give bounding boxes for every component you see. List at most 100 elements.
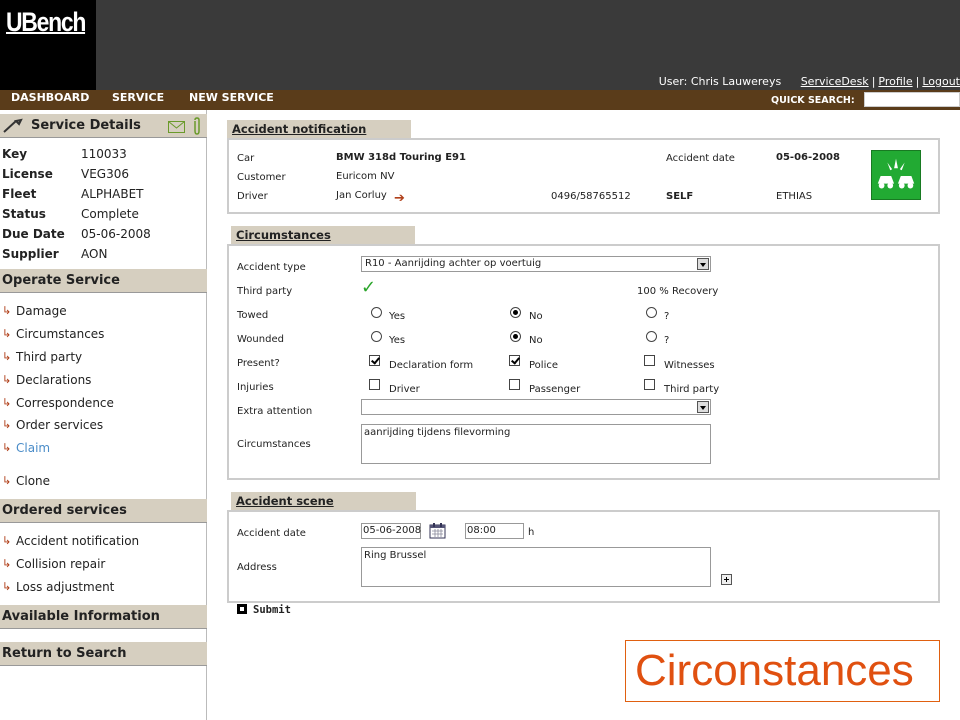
injury-third-party-checkbox[interactable] <box>644 379 655 390</box>
service-details-header: Service Details <box>0 114 207 138</box>
arrow-icon: ↳ <box>2 580 12 593</box>
sidebar-item-order-services[interactable]: ↳ Order services <box>2 418 103 432</box>
detail-key-value: 110033 <box>81 147 127 161</box>
circumstances-textarea[interactable]: aanrijding tijdens filevorming <box>361 424 711 464</box>
time-unit-label: h <box>528 527 535 538</box>
sidebar-item-third-party[interactable]: ↳ Third party <box>2 350 82 364</box>
present-label: Present? <box>237 358 280 369</box>
detail-fleet-value: ALPHABET <box>81 187 144 201</box>
calendar-icon[interactable] <box>429 522 446 539</box>
user-label: User: Chris Lauwereys <box>658 75 782 88</box>
operate-service-header: Operate Service <box>0 269 207 293</box>
wounded-label: Wounded <box>237 334 284 345</box>
return-to-search-header[interactable]: Return to Search <box>0 642 207 666</box>
arrow-icon: ↳ <box>2 304 12 317</box>
submit-icon <box>237 604 247 614</box>
arrow-icon: ↳ <box>2 396 12 409</box>
witnesses-label: Witnesses <box>664 360 715 371</box>
car-crash-icon <box>871 150 921 200</box>
sidebar-item-claim[interactable]: ↳ Claim <box>2 441 50 455</box>
driver-value: Jan Corluy <box>336 190 387 201</box>
police-label: Police <box>529 360 558 371</box>
ordered-item-accident-notification[interactable]: ↳ Accident notification <box>2 534 139 548</box>
extra-attention-label: Extra attention <box>237 406 313 417</box>
detail-status-value: Complete <box>81 207 139 221</box>
scene-time-input[interactable]: 08:00 <box>465 523 524 539</box>
towed-no-label: No <box>529 311 543 322</box>
slide-caption: Circonstances <box>625 640 940 702</box>
top-header: UBench User: Chris Lauwereys ServiceDesk… <box>0 0 960 90</box>
logout-link[interactable]: Logout <box>922 75 960 88</box>
towed-unknown-radio[interactable] <box>646 307 657 318</box>
arrow-icon: ↳ <box>2 534 12 547</box>
sidebar-item-correspondence[interactable]: ↳ Correspondence <box>2 396 114 410</box>
accident-notification-panel <box>227 138 940 214</box>
insurer-value: ETHIAS <box>776 191 813 202</box>
arrow-right-icon[interactable]: ➔ <box>394 191 405 206</box>
detail-fleet-label: Fleet <box>2 187 37 201</box>
towed-yes-radio[interactable] <box>371 307 382 318</box>
injury-passenger-checkbox[interactable] <box>509 379 520 390</box>
logo-box: UBench <box>0 0 96 90</box>
accident-date-value: 05-06-2008 <box>776 152 840 163</box>
accident-type-label: Accident type <box>237 262 306 273</box>
driver-phone: 0496/58765512 <box>551 191 631 202</box>
customer-label: Customer <box>237 172 286 183</box>
ordered-services-header: Ordered services <box>0 499 207 523</box>
witnesses-checkbox[interactable] <box>644 355 655 366</box>
available-information-header[interactable]: Available Information <box>0 605 207 629</box>
towed-no-radio[interactable] <box>510 307 521 318</box>
checkmark-icon: ✓ <box>361 277 377 298</box>
arrow-icon: ↳ <box>2 327 12 340</box>
injury-passenger-label: Passenger <box>529 384 581 395</box>
accident-type-select[interactable]: R10 - Aanrijding achter op voertuig <box>361 256 711 272</box>
nav-dashboard[interactable]: DASHBOARD <box>11 91 89 104</box>
servicedesk-link[interactable]: ServiceDesk <box>801 75 869 88</box>
injury-driver-checkbox[interactable] <box>369 379 380 390</box>
plus-icon[interactable] <box>721 574 732 585</box>
nav-service[interactable]: SERVICE <box>112 91 164 104</box>
quick-search-input[interactable] <box>864 92 960 107</box>
wounded-no-label: No <box>529 335 543 346</box>
user-bar: User: Chris Lauwereys ServiceDesk | Profil… <box>658 75 960 88</box>
submit-button[interactable]: Submit <box>237 604 291 616</box>
wounded-yes-radio[interactable] <box>371 331 382 342</box>
wounded-unknown-label: ? <box>664 335 670 346</box>
extra-attention-select[interactable] <box>361 399 711 415</box>
customer-value: Euricom NV <box>336 171 395 182</box>
user-name: Chris Lauwereys <box>690 75 782 88</box>
sidebar-item-circumstances[interactable]: ↳ Circumstances <box>2 327 104 341</box>
ordered-item-loss-adjustment[interactable]: ↳ Loss adjustment <box>2 580 114 594</box>
envelope-icon[interactable] <box>168 121 185 133</box>
profile-link[interactable]: Profile <box>878 75 912 88</box>
address-label: Address <box>237 562 277 573</box>
tab-circumstances: Circumstances <box>231 226 415 245</box>
sidebar: Service Details Key 110033 License VEG30… <box>0 110 207 720</box>
chevron-down-icon <box>697 258 709 270</box>
sidebar-item-declarations[interactable]: ↳ Declarations <box>2 373 91 387</box>
declaration-form-checkbox[interactable] <box>369 355 380 366</box>
driver-self: SELF <box>666 191 694 202</box>
sidebar-item-clone[interactable]: ↳ Clone <box>2 474 50 488</box>
arrow-icon: ↳ <box>2 350 12 363</box>
app-logo[interactable]: UBench <box>6 7 86 38</box>
wounded-no-radio[interactable] <box>510 331 521 342</box>
circumstances-label: Circumstances <box>237 439 311 450</box>
wounded-unknown-radio[interactable] <box>646 331 657 342</box>
sidebar-item-damage[interactable]: ↳ Damage <box>2 304 67 318</box>
police-checkbox[interactable] <box>509 355 520 366</box>
wrench-icon <box>3 118 23 133</box>
towed-label: Towed <box>237 310 269 321</box>
ordered-item-collision-repair[interactable]: ↳ Collision repair <box>2 557 105 571</box>
detail-due-date-label: Due Date <box>2 227 65 241</box>
address-textarea[interactable]: Ring Brussel <box>361 547 711 587</box>
third-party-label: Third party <box>237 286 293 297</box>
car-value: BMW 318d Touring E91 <box>336 152 466 163</box>
main-nav: DASHBOARD SERVICE NEW SERVICE QUICK SEAR… <box>0 90 960 110</box>
car-label: Car <box>237 153 255 164</box>
paperclip-icon[interactable] <box>192 117 202 135</box>
scene-date-input[interactable]: 05-06-2008 <box>361 523 421 539</box>
arrow-icon: ↳ <box>2 474 12 487</box>
nav-new-service[interactable]: NEW SERVICE <box>189 91 274 104</box>
towed-unknown-label: ? <box>664 311 670 322</box>
